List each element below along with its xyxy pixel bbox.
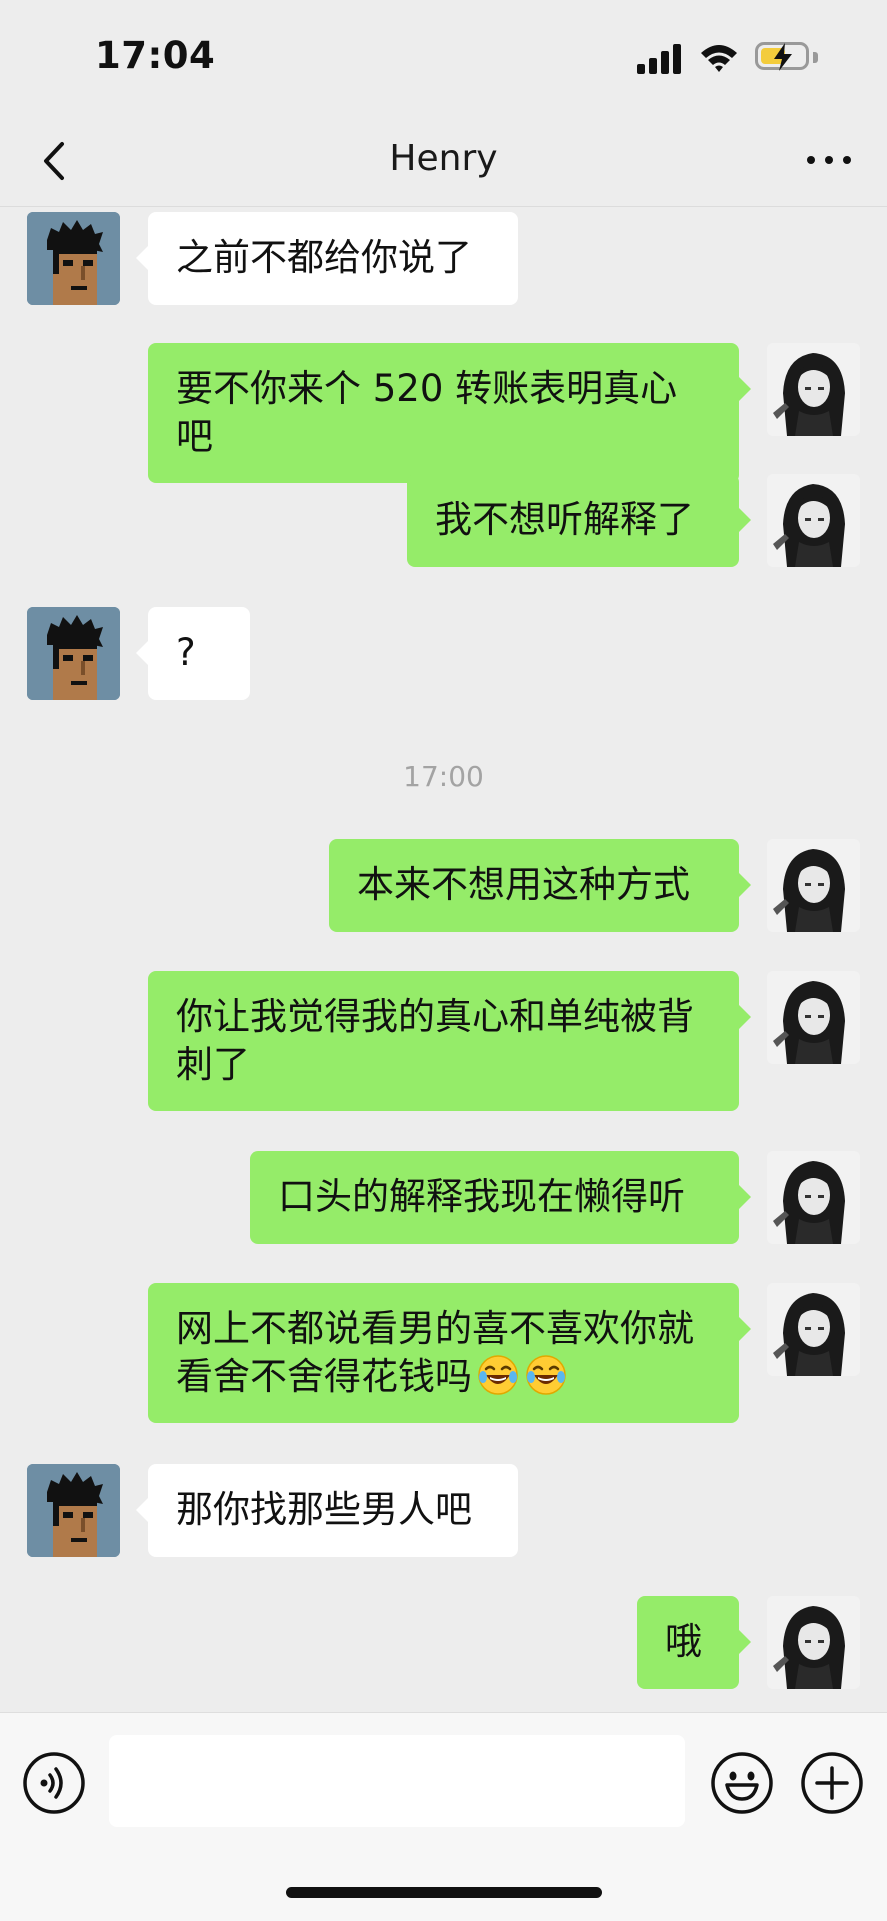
sent-message[interactable]: 口头的解释我现在懒得听 [250, 1151, 751, 1244]
received-message[interactable]: ? [136, 607, 250, 700]
charging-bolt-icon [774, 43, 792, 71]
message-line: 刺了 [176, 1043, 250, 1086]
cellular-signal-icon [637, 44, 685, 74]
more-dots-icon[interactable] [799, 140, 859, 180]
nav-bar: Henry [0, 118, 887, 207]
received-message[interactable]: 之前不都给你说了 [136, 212, 518, 305]
sent-message[interactable]: 我不想听解释了 [407, 474, 751, 567]
laughing-tears-icon [526, 1355, 566, 1395]
sent-message[interactable]: 本来不想用这种方式 [329, 839, 751, 932]
contact-avatar[interactable] [27, 1464, 120, 1557]
my-avatar[interactable] [767, 1151, 860, 1244]
emoji-icon[interactable] [710, 1751, 774, 1815]
plus-icon[interactable] [800, 1751, 864, 1815]
my-avatar[interactable] [767, 474, 860, 567]
battery-icon [755, 42, 809, 71]
my-avatar[interactable] [767, 1283, 860, 1376]
my-avatar[interactable] [767, 839, 860, 932]
message-line: 网上不都说看男的喜不喜欢你就 [176, 1307, 694, 1350]
sent-message[interactable]: 你让我觉得我的真心和单纯被背 刺了 [148, 971, 751, 1111]
chat-title: Henry [389, 138, 498, 179]
laughing-tears-icon [478, 1355, 518, 1395]
status-time: 17:04 [95, 34, 216, 77]
home-indicator[interactable] [286, 1887, 602, 1898]
status-bar: 17:04 [0, 0, 887, 118]
chat-area[interactable]: 之前不都给你说了 要不你来个 520 转账表明真心吧 我不想听解释了 ? 17:… [0, 207, 887, 1712]
time-divider: 17:00 [403, 760, 484, 793]
sent-message[interactable]: 哦 [637, 1596, 751, 1689]
message-line: 看舍不舍得花钱吗 [176, 1353, 711, 1401]
message-input[interactable] [109, 1735, 685, 1827]
sent-message[interactable]: 要不你来个 520 转账表明真心吧 [148, 343, 751, 483]
my-avatar[interactable] [767, 971, 860, 1064]
sent-message[interactable]: 网上不都说看男的喜不喜欢你就 看舍不舍得花钱吗 [148, 1283, 751, 1423]
battery-tip [813, 52, 818, 63]
wifi-icon [701, 45, 737, 72]
status-icons [637, 40, 827, 76]
message-line: 你让我觉得我的真心和单纯被背 [176, 995, 694, 1038]
contact-avatar[interactable] [27, 212, 120, 305]
voice-icon[interactable] [22, 1751, 86, 1815]
my-avatar[interactable] [767, 343, 860, 436]
contact-avatar[interactable] [27, 607, 120, 700]
message-line-text: 看舍不舍得花钱吗 [176, 1355, 472, 1398]
my-avatar[interactable] [767, 1596, 860, 1689]
received-message[interactable]: 那你找那些男人吧 [136, 1464, 518, 1557]
